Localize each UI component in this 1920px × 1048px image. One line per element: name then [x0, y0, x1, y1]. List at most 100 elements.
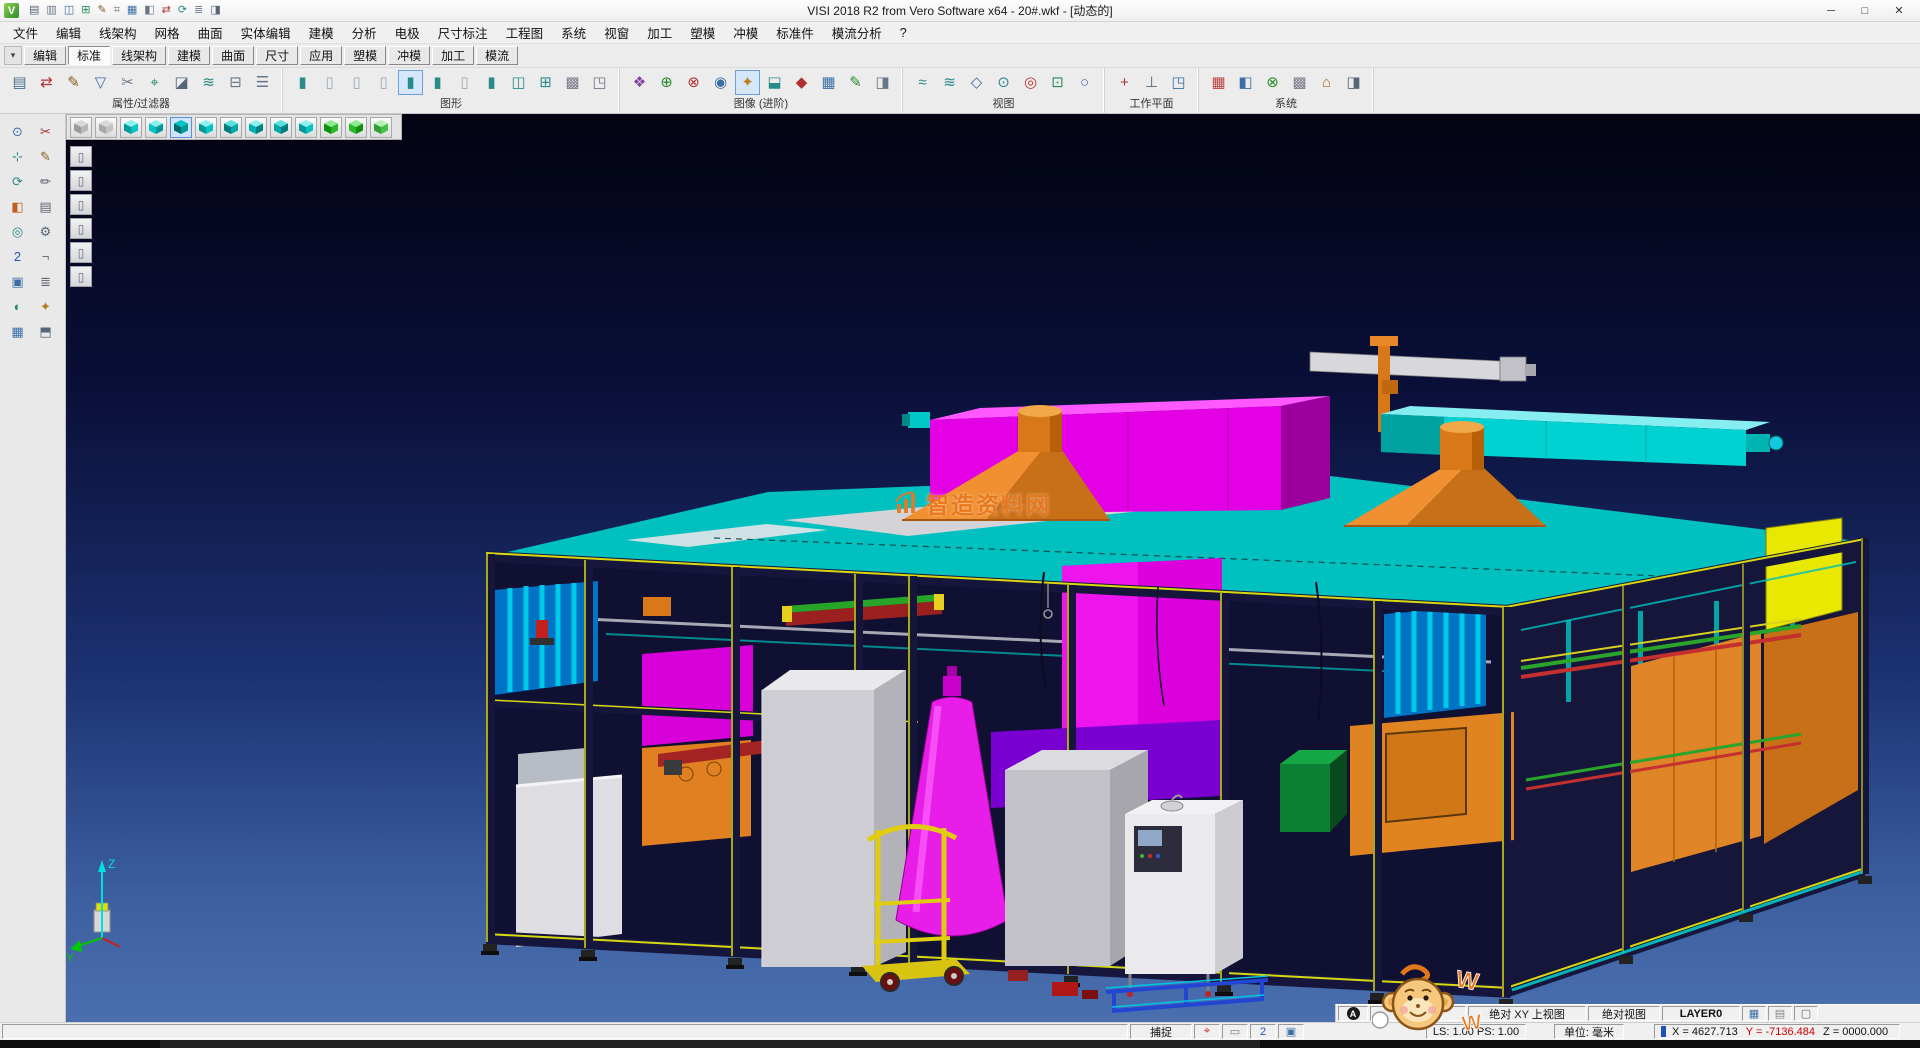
maximize-button[interactable]: □	[1848, 1, 1882, 21]
view-orientation-button[interactable]	[120, 117, 142, 138]
toolbar-icon[interactable]: ⌖	[142, 70, 167, 95]
toolbar-icon[interactable]: ▯	[371, 70, 396, 95]
toolbar-icon[interactable]: ▯	[344, 70, 369, 95]
toolbar-icon[interactable]: ▮	[479, 70, 504, 95]
toolbar-icon[interactable]: ▩	[560, 70, 585, 95]
toolbar-icon[interactable]: ☰	[250, 70, 275, 95]
toolbar-icon[interactable]: ◨	[1341, 70, 1366, 95]
menu-item[interactable]: 实体编辑	[232, 21, 300, 44]
menu-item[interactable]: 标准件	[767, 21, 823, 44]
left-tool-icon[interactable]: ¬	[33, 245, 58, 268]
toolbar-icon[interactable]: ▽	[88, 70, 113, 95]
quick-access-icon[interactable]: ⇄	[162, 5, 171, 16]
status-icon-button[interactable]: ▭	[1222, 1024, 1248, 1039]
menu-item[interactable]: 曲面	[189, 21, 232, 44]
quick-access-icon[interactable]: ◧	[144, 5, 154, 16]
toolbar-icon[interactable]: ▯	[452, 70, 477, 95]
toolbar-icon[interactable]: ⊕	[654, 70, 679, 95]
view-orientation-button[interactable]	[270, 117, 292, 138]
snap-toggle[interactable]: 捕捉	[1130, 1024, 1192, 1039]
toolbar-icon[interactable]: ◇	[964, 70, 989, 95]
menu-item[interactable]: 尺寸标注	[429, 21, 497, 44]
toolbar-icon[interactable]: ◆	[789, 70, 814, 95]
quick-access-icon[interactable]: ▤	[29, 5, 39, 16]
left-tool-icon[interactable]: ⟳	[5, 170, 30, 193]
menu-item[interactable]: 加工	[638, 21, 681, 44]
toolbar-icon[interactable]: ⊗	[681, 70, 706, 95]
toolbar-icon[interactable]: ⊙	[991, 70, 1016, 95]
left-tool-icon[interactable]: 2	[5, 245, 30, 268]
toolbar-icon[interactable]: ▮	[290, 70, 315, 95]
quick-access-icon[interactable]: ◫	[64, 5, 74, 16]
toolbar-tab[interactable]: 编辑	[24, 46, 66, 65]
toolbar-icon[interactable]: ▯	[317, 70, 342, 95]
toolbar-icon[interactable]: ▩	[1287, 70, 1312, 95]
toolbar-tab[interactable]: 塑模	[344, 46, 386, 65]
minimize-button[interactable]: ─	[1814, 1, 1848, 21]
status-icon-button[interactable]: ▦	[1742, 1006, 1766, 1021]
toolbar-icon[interactable]: ▤	[7, 70, 32, 95]
view-orientation-button[interactable]	[170, 117, 192, 138]
menu-item[interactable]: 工程图	[497, 21, 553, 44]
left-tool-icon[interactable]: ⬒	[33, 320, 58, 343]
view-orientation-button[interactable]	[145, 117, 167, 138]
toolbar-tab[interactable]: 线架构	[112, 46, 166, 65]
menu-item[interactable]: ?	[891, 24, 916, 42]
toolbar-icon[interactable]: ◪	[169, 70, 194, 95]
toolbar-tab[interactable]: 曲面	[212, 46, 254, 65]
toolbar-icon[interactable]: ⊞	[533, 70, 558, 95]
quick-access-icon[interactable]: ✎	[97, 5, 106, 16]
view-orientation-button[interactable]	[220, 117, 242, 138]
toolbar-tab[interactable]: 标准	[68, 46, 110, 65]
status-icon-button[interactable]: ▢	[1794, 1006, 1818, 1021]
quick-access-icon[interactable]: ▥	[46, 5, 56, 16]
left-tool-icon[interactable]: ⚙	[33, 220, 58, 243]
menu-item[interactable]: 视窗	[595, 21, 638, 44]
toolbar-icon[interactable]: ▮	[398, 70, 423, 95]
menu-item[interactable]: 线架构	[90, 21, 146, 44]
status-icon-button[interactable]: ⌖	[1194, 1024, 1220, 1039]
coordinate-badge-segment[interactable]: A	[1338, 1006, 1368, 1021]
view-orientation-button[interactable]	[195, 117, 217, 138]
left-tool-icon[interactable]: ◐	[5, 295, 30, 318]
toolbar-tab[interactable]: 加工	[432, 46, 474, 65]
left-tool-icon[interactable]: ◎	[5, 220, 30, 243]
view-orientation-button[interactable]	[320, 117, 342, 138]
absolute-view-indicator[interactable]: 绝对视图	[1588, 1006, 1660, 1021]
quick-access-icon[interactable]: ⊞	[81, 5, 90, 16]
toolbar-icon[interactable]: ✎	[843, 70, 868, 95]
left-tool-icon[interactable]: ⊹	[5, 145, 30, 168]
toolbar-icon[interactable]: ⬓	[762, 70, 787, 95]
clipboard-view-button[interactable]: ▯	[70, 218, 92, 239]
toolbar-icon[interactable]: ✎	[61, 70, 86, 95]
close-button[interactable]: ✕	[1882, 1, 1916, 21]
toolbar-icon[interactable]: ⊡	[1045, 70, 1070, 95]
toolbar-icon[interactable]: ▦	[1206, 70, 1231, 95]
left-tool-icon[interactable]: ▤	[33, 195, 58, 218]
menu-item[interactable]: 冲模	[724, 21, 767, 44]
menu-item[interactable]: 网格	[146, 21, 189, 44]
clipboard-view-button[interactable]: ▯	[70, 194, 92, 215]
left-tool-icon[interactable]: ▣	[5, 270, 30, 293]
toolbar-dropdown-button[interactable]: ▾	[4, 46, 22, 65]
toolbar-icon[interactable]: ◨	[870, 70, 895, 95]
viewport-3d[interactable]: Z Y	[66, 114, 1920, 1022]
left-tool-icon[interactable]: ⊙	[5, 120, 30, 143]
toolbar-icon[interactable]: ◎	[1018, 70, 1043, 95]
active-layer-selector[interactable]: LAYER0	[1662, 1006, 1740, 1021]
clipboard-view-button[interactable]: ▯	[70, 170, 92, 191]
status-icon-button[interactable]: ▣	[1278, 1024, 1304, 1039]
clipboard-view-button[interactable]: ▯	[70, 146, 92, 167]
toolbar-icon[interactable]: ⌂	[1314, 70, 1339, 95]
units-indicator[interactable]: 单位: 毫米	[1554, 1024, 1624, 1039]
left-tool-icon[interactable]: ✂	[33, 120, 58, 143]
toolbar-icon[interactable]: ≋	[937, 70, 962, 95]
toolbar-tab[interactable]: 模流	[476, 46, 518, 65]
toolbar-icon[interactable]: ◳	[587, 70, 612, 95]
titlebar[interactable]: V ▤▥◫⊞✎⌗▦◧⇄⟳≣◨ VISI 2018 R2 from Vero So…	[0, 0, 1920, 22]
toolbar-icon[interactable]: ⊗	[1260, 70, 1285, 95]
toolbar-icon[interactable]: ⇄	[34, 70, 59, 95]
menu-item[interactable]: 文件	[4, 21, 47, 44]
toolbar-icon[interactable]: ✦	[735, 70, 760, 95]
left-tool-icon[interactable]: ◧	[5, 195, 30, 218]
